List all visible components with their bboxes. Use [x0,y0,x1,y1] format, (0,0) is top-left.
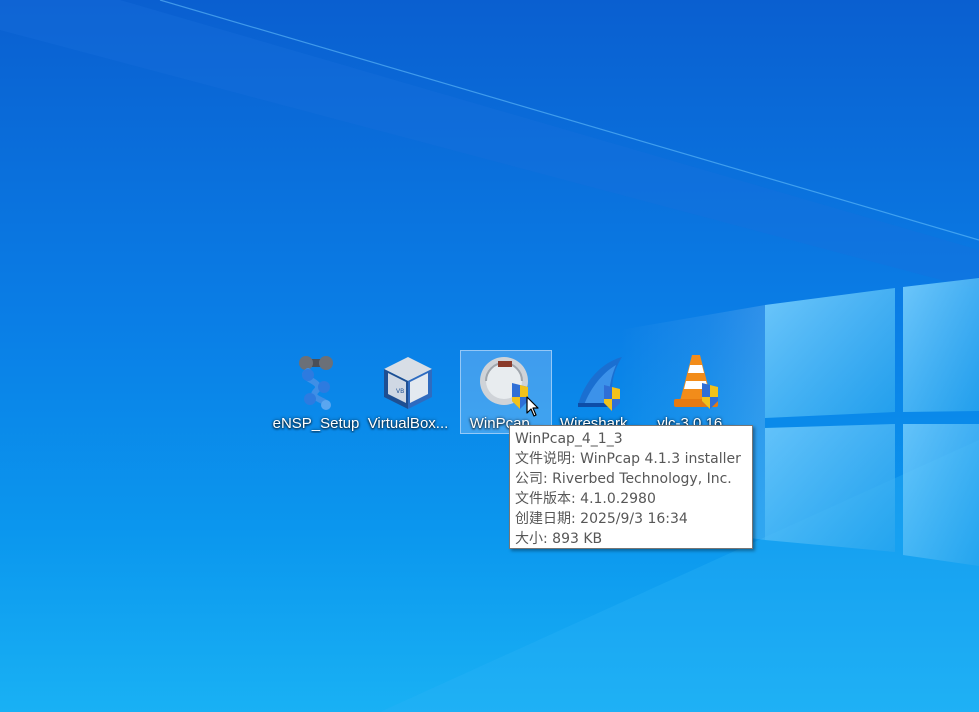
ensp-setup-icon [286,353,346,413]
mouse-pointer-icon [526,396,540,418]
desktop-icon-label: eNSP_Setup [272,415,360,432]
desktop-icon-label: VirtualBox... [367,415,449,432]
desktop-icon-wireshark[interactable]: Wireshark... [554,350,646,434]
desktop-icon-virtualbox[interactable]: VB VirtualBox... [362,350,454,434]
tooltip-file-name: WinPcap_4_1_3 [515,431,623,447]
wireshark-installer-icon [570,353,630,413]
vlc-installer-icon [666,353,726,413]
virtualbox-icon: VB [378,353,438,413]
tooltip-created-date: 创建日期: 2025/9/3 16:34 [515,511,688,527]
tooltip-file-version: 文件版本: 4.1.0.2980 [515,491,656,507]
tooltip-company: 公司: Riverbed Technology, Inc. [515,471,732,487]
desktop-icon-ensp-setup[interactable]: eNSP_Setup [270,350,362,434]
desktop-icon-winpcap[interactable]: WinPcap... [460,350,552,434]
tooltip-size: 大小: 893 KB [515,531,603,547]
file-info-tooltip: WinPcap_4_1_3 文件说明: WinPcap 4.1.3 instal… [509,425,753,549]
desktop-icon-vlc[interactable]: vlc-3.0.16... [650,350,742,434]
desktop[interactable]: eNSP_Setup VB VirtualBox... WinPcap... W… [0,0,979,712]
svg-text:VB: VB [396,388,404,395]
tooltip-file-description: 文件说明: WinPcap 4.1.3 installer [515,451,741,467]
